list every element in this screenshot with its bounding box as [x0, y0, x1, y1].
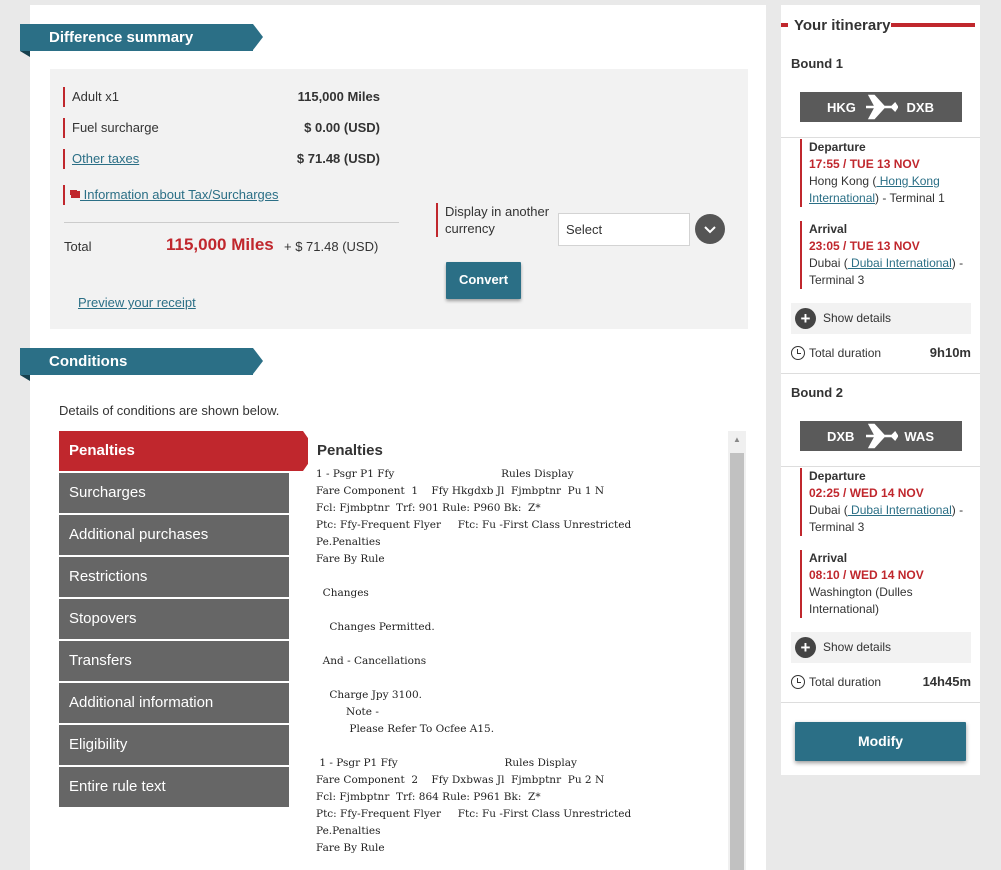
- row-marker: [63, 87, 65, 107]
- conditions-tabs: Penalties Surcharges Additional purchase…: [59, 431, 317, 809]
- conditions-heading: Conditions: [20, 348, 263, 381]
- duration-value: 14h45m: [922, 674, 971, 689]
- tab-restrictions[interactable]: Restrictions: [59, 557, 289, 597]
- rule-title: Penalties: [317, 442, 383, 459]
- itinerary-sidebar: Your itinerary Bound 1 HKG DXB Departure…: [781, 5, 980, 775]
- departure-segment: Departure 17:55 / TUE 13 NOV Hong Kong (…: [800, 139, 970, 207]
- airport-link[interactable]: Dubai International: [848, 256, 952, 270]
- preview-receipt-link[interactable]: Preview your receipt: [78, 295, 196, 310]
- scrollbar[interactable]: ▲: [728, 431, 746, 870]
- difference-summary-heading: Difference summary: [20, 24, 263, 57]
- summary-box: Adult x1 115,000 Miles Fuel surcharge $ …: [50, 69, 748, 329]
- bound-2-title: Bound 2: [791, 385, 843, 400]
- row-marker: [63, 118, 65, 138]
- rule-text-pane[interactable]: Penalties 1 - Psgr P1 Ffy Rules Display …: [308, 431, 746, 870]
- segment-time: 08:10 / WED 14 NOV: [809, 568, 924, 582]
- origin-code: DXB: [827, 429, 855, 444]
- tab-entire-rule-text[interactable]: Entire rule text: [59, 767, 289, 807]
- rule-text: 1 - Psgr P1 Ffy Rules Display Fare Compo…: [316, 468, 632, 854]
- segment-label: Departure: [809, 469, 866, 483]
- destination-code: WAS: [904, 429, 934, 444]
- row-marker: [63, 185, 65, 205]
- segment-place: Hong Kong ( Hong Kong International) - T…: [809, 174, 945, 205]
- total-label: Total: [64, 239, 92, 254]
- segment-label: Arrival: [809, 222, 848, 236]
- clock-icon: [791, 675, 805, 689]
- currency-select[interactable]: Select: [558, 213, 690, 246]
- show-details-label: Show details: [823, 311, 892, 325]
- tax-info-link[interactable]: Information about Tax/Surcharges: [80, 187, 279, 202]
- separator: [781, 466, 980, 467]
- document-icon: [71, 191, 80, 198]
- origin-code: HKG: [827, 100, 856, 115]
- separator: [781, 137, 980, 138]
- row-label: Adult x1: [72, 89, 119, 104]
- tab-transfers[interactable]: Transfers: [59, 641, 289, 681]
- header-rule: [781, 23, 788, 27]
- other-taxes-link[interactable]: Other taxes: [72, 149, 139, 169]
- departure-segment: Departure 02:25 / WED 14 NOV Dubai ( Dub…: [800, 468, 970, 536]
- destination-code: DXB: [906, 100, 934, 115]
- airport-link[interactable]: Dubai International: [848, 503, 952, 517]
- tab-additional-purchases[interactable]: Additional purchases: [59, 515, 289, 555]
- airplane-icon: [866, 94, 898, 120]
- row-marker: [63, 149, 65, 169]
- duration-value: 9h10m: [929, 345, 971, 360]
- convert-button[interactable]: Convert: [446, 262, 521, 299]
- segment-place: Dubai ( Dubai International) - Terminal …: [809, 256, 964, 287]
- plus-icon: +: [795, 637, 816, 658]
- chevron-down-icon[interactable]: [695, 214, 725, 244]
- clock-icon: [791, 346, 805, 360]
- row-label: Fuel surcharge: [72, 120, 159, 135]
- scroll-thumb[interactable]: [730, 453, 744, 870]
- tab-eligibility[interactable]: Eligibility: [59, 725, 289, 765]
- total-usd: + $ 71.48 (USD): [284, 239, 379, 254]
- arrival-segment: Arrival 08:10 / WED 14 NOV Washington (D…: [800, 550, 970, 618]
- main-panel: Difference summary Adult x1 115,000 Mile…: [20, 5, 766, 870]
- segment-time: 23:05 / TUE 13 NOV: [809, 239, 920, 253]
- show-details-button[interactable]: + Show details: [791, 632, 971, 663]
- tab-penalties[interactable]: Penalties: [59, 431, 317, 471]
- duration-label: Total duration: [809, 346, 882, 360]
- show-details-button[interactable]: + Show details: [791, 303, 971, 334]
- segment-label: Arrival: [809, 551, 848, 565]
- bound-1-title: Bound 1: [791, 56, 843, 71]
- modify-button[interactable]: Modify: [795, 722, 966, 761]
- segment-time: 02:25 / WED 14 NOV: [809, 486, 924, 500]
- total-miles: 115,000 Miles: [166, 235, 274, 254]
- scroll-up-icon[interactable]: ▲: [728, 431, 746, 449]
- divider: [64, 222, 399, 223]
- segment-place: Washington (Dulles International): [809, 585, 913, 616]
- row-value: $ 71.48 (USD): [296, 151, 380, 166]
- currency-label: Display in another currency: [436, 203, 551, 237]
- plus-icon: +: [795, 308, 816, 329]
- tab-surcharges[interactable]: Surcharges: [59, 473, 289, 513]
- show-details-label: Show details: [823, 640, 892, 654]
- route-banner: DXB WAS: [800, 421, 962, 451]
- tax-info-link-wrap[interactable]: Information about Tax/Surcharges: [71, 185, 279, 205]
- segment-time: 17:55 / TUE 13 NOV: [809, 157, 920, 171]
- duration-label: Total duration: [809, 675, 882, 689]
- header-rule: [891, 23, 975, 27]
- conditions-intro: Details of conditions are shown below.: [59, 403, 280, 418]
- tab-additional-information[interactable]: Additional information: [59, 683, 289, 723]
- segment-label: Departure: [809, 140, 866, 154]
- route-banner: HKG DXB: [800, 92, 962, 122]
- row-value: 115,000 Miles: [297, 89, 380, 104]
- arrival-segment: Arrival 23:05 / TUE 13 NOV Dubai ( Dubai…: [800, 221, 970, 289]
- row-value: $ 0.00 (USD): [304, 120, 380, 135]
- separator: [781, 373, 980, 374]
- airplane-icon: [866, 423, 898, 449]
- segment-place: Dubai ( Dubai International) - Terminal …: [809, 503, 964, 534]
- separator: [781, 702, 980, 703]
- tab-stopovers[interactable]: Stopovers: [59, 599, 289, 639]
- itinerary-header: Your itinerary: [781, 17, 980, 43]
- itinerary-title: Your itinerary: [794, 17, 891, 34]
